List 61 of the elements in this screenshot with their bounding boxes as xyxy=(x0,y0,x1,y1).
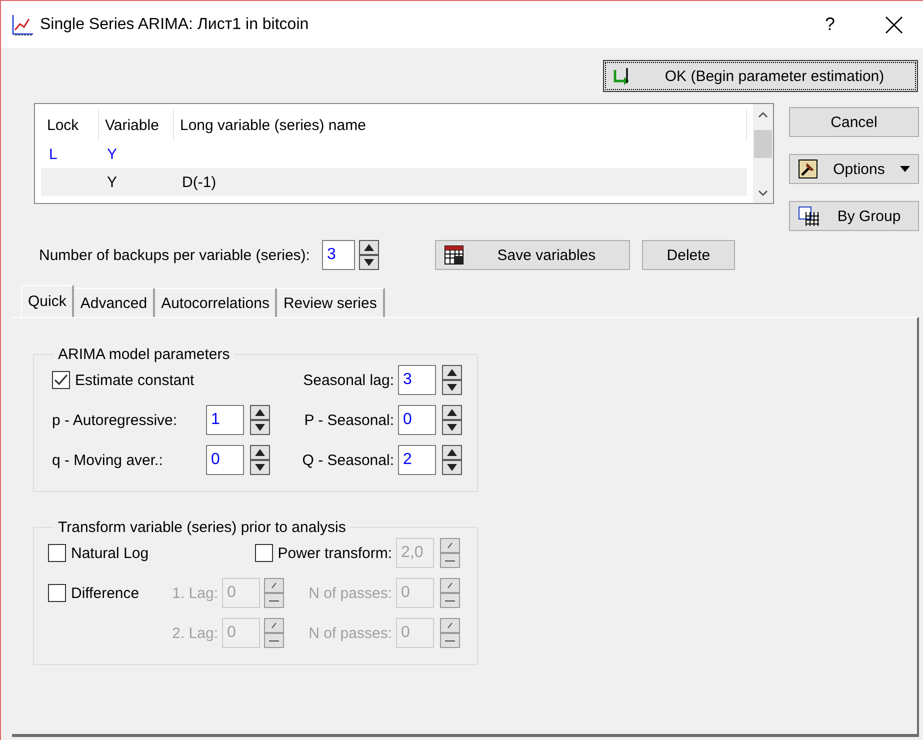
backups-field[interactable]: 3 xyxy=(322,240,355,270)
spinner-control[interactable] xyxy=(440,578,460,608)
checkbox-label: Power transform: xyxy=(278,544,392,562)
lag-label: 1. Lag: xyxy=(172,584,218,602)
field-label: p - Autoregressive: xyxy=(52,412,178,428)
table-cell-text: D(-1) xyxy=(181,174,218,190)
checkbox-label: Difference xyxy=(71,584,140,602)
ok-button[interactable]: OK (Begin parameter estimation) xyxy=(603,60,918,92)
tab[interactable]: Review series xyxy=(277,288,385,317)
checkbox[interactable] xyxy=(52,371,70,389)
spinner-control[interactable] xyxy=(358,240,379,270)
checkbox-label: Natural Log xyxy=(71,544,149,562)
spreadsheet-icon xyxy=(444,245,464,265)
lag-label: 2. Lag: xyxy=(172,624,218,642)
spinner-control[interactable] xyxy=(442,445,462,475)
spinner-control[interactable] xyxy=(442,365,462,395)
spinner-control[interactable] xyxy=(264,578,284,608)
checkbox[interactable] xyxy=(48,584,66,602)
field-label: Q - Seasonal: xyxy=(302,452,394,468)
group-title: Transform variable (series) prior to analysis xyxy=(57,519,347,536)
save-variables-button[interactable]: Save variables xyxy=(434,240,630,270)
field-label: q - Moving aver.: xyxy=(52,452,164,468)
help-button[interactable]: ? xyxy=(801,4,859,44)
scroll-thumb[interactable] xyxy=(754,130,772,158)
variables-list[interactable]: Lock Variable Long variable (series) name L Y Y D(-1) xyxy=(34,103,774,204)
by-group-button[interactable]: By Group xyxy=(789,201,919,231)
tab[interactable]: Quick xyxy=(21,285,74,317)
number-field[interactable]: 0 xyxy=(206,445,244,475)
spinner-control[interactable] xyxy=(442,405,462,435)
spinner-control[interactable] xyxy=(440,538,460,568)
chart-app-icon xyxy=(12,14,34,36)
number-field[interactable]: 1 xyxy=(206,405,244,435)
spinner-control[interactable] xyxy=(250,445,270,475)
backups-label: Number of backups per variable (series): xyxy=(39,246,310,264)
table-cell-text: L xyxy=(48,146,58,162)
spinner-control[interactable] xyxy=(250,405,270,435)
window-title: Single Series ARIMA: Лист1 in bitcoin xyxy=(40,16,310,34)
tab[interactable]: Advanced xyxy=(74,288,156,317)
checkbox-label: Estimate constant xyxy=(75,372,194,388)
checkbox[interactable] xyxy=(48,544,66,562)
passes-label: N of passes: xyxy=(308,584,392,602)
table-cell-text: Y xyxy=(106,146,118,162)
passes-label: N of passes: xyxy=(308,624,392,642)
number-field[interactable]: 2 xyxy=(398,445,436,475)
grid-icon xyxy=(798,206,820,226)
table-cell-text: Y xyxy=(106,174,118,190)
group-title: ARIMA model parameters xyxy=(57,346,231,363)
options-button[interactable]: Options xyxy=(789,154,919,184)
dropdown-caret-icon xyxy=(900,166,910,172)
spinner-control[interactable] xyxy=(264,618,284,648)
hammer-icon xyxy=(798,159,818,179)
field-label: Seasonal lag: xyxy=(303,372,394,388)
cancel-button[interactable]: Cancel xyxy=(789,107,919,137)
number-field[interactable]: 3 xyxy=(398,365,436,395)
number-field[interactable]: 0 xyxy=(398,405,436,435)
spinner-control[interactable] xyxy=(440,618,460,648)
delete-button[interactable]: Delete xyxy=(642,240,735,270)
tab[interactable]: Autocorrelations xyxy=(155,288,278,317)
close-icon xyxy=(885,16,903,34)
list-row[interactable]: Y D(-1) xyxy=(41,168,747,196)
field-label: P - Seasonal: xyxy=(304,412,394,428)
